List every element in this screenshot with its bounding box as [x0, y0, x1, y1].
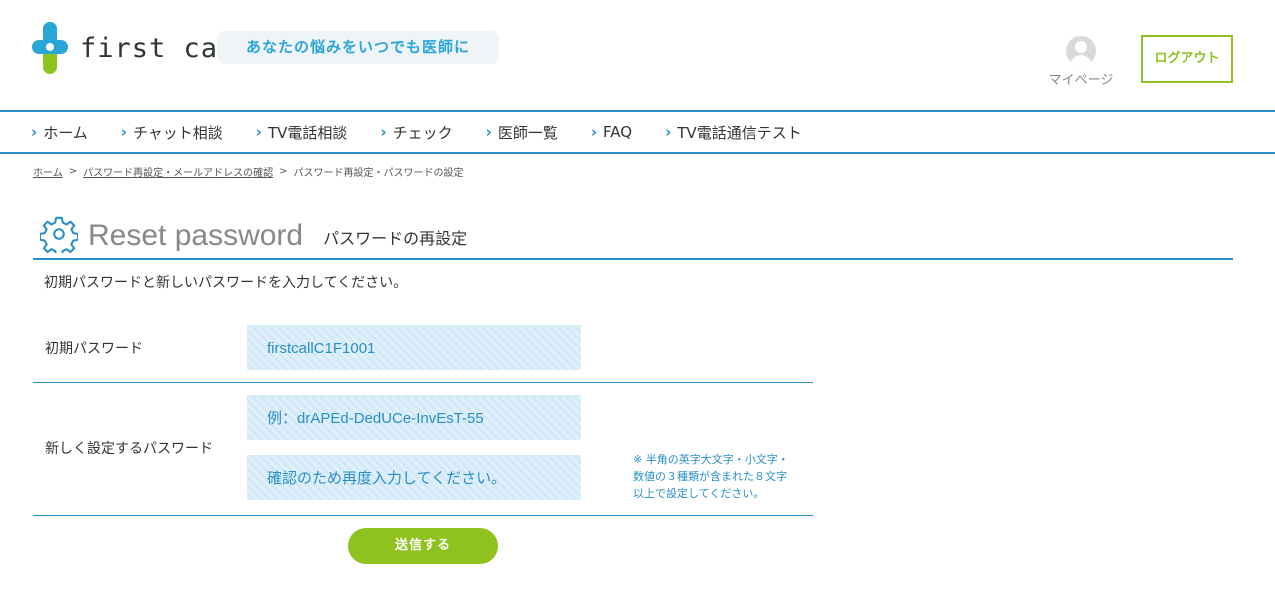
nav-item-label: 医師一覧: [497, 123, 558, 142]
breadcrumb-home[interactable]: ホーム: [33, 164, 63, 179]
chevron-right-icon: ›: [590, 123, 598, 141]
nav-item-label: TV電話相談: [267, 123, 348, 142]
tagline: あなたの悩みをいつでも医師に: [217, 31, 499, 64]
chevron-right-icon: ›: [255, 123, 262, 141]
nav-item-label: チェック: [392, 123, 453, 142]
form-row-divider: [33, 382, 813, 383]
breadcrumb-separator: >: [279, 166, 288, 177]
site-header: first call あなたの悩みをいつでも医師に マイページ ログアウト: [0, 0, 1275, 110]
chevron-right-icon: ›: [31, 123, 38, 141]
chevron-right-icon: ›: [120, 123, 127, 141]
gear-icon: [40, 216, 78, 253]
page-title-en: Reset password: [88, 219, 304, 252]
instruction-text: 初期パスワードと新しいパスワードを入力してください。: [44, 275, 408, 291]
nav-item-label: ホーム: [43, 123, 88, 142]
nav-item-home[interactable]: › ホーム: [31, 122, 88, 143]
logout-button[interactable]: ログアウト: [1141, 35, 1233, 83]
user-avatar-icon: [1066, 36, 1096, 66]
nav-item-check[interactable]: › チェック: [380, 122, 452, 143]
nav-item-tv-call[interactable]: › TV電話相談: [256, 122, 348, 143]
logo-cross-icon: [32, 22, 68, 74]
nav-item-label: チャット相談: [132, 123, 223, 142]
main-nav: › ホーム › チャット相談 › TV電話相談 › チェック › 医師一覧 › FAQ › T…: [0, 110, 1275, 154]
page-title: Reset password パスワードの再設定: [40, 215, 467, 253]
breadcrumb-separator: >: [68, 166, 78, 177]
chevron-right-icon: ›: [380, 123, 387, 141]
mypage-label: マイページ: [1048, 73, 1114, 88]
nav-item-faq[interactable]: › FAQ: [591, 123, 632, 141]
chevron-right-icon: ›: [665, 123, 672, 141]
page-title-ja: パスワードの再設定: [323, 229, 468, 248]
initial-password-field[interactable]: firstcallC1F1001: [247, 325, 581, 370]
mypage-link[interactable]: マイページ: [1045, 36, 1117, 88]
nav-item-label: TV電話通信テスト: [677, 123, 802, 142]
nav-item-chat[interactable]: › チャット相談: [121, 122, 223, 143]
nav-item-doctors[interactable]: › 医師一覧: [486, 122, 558, 143]
breadcrumb-email-confirm[interactable]: パスワード再設定・メールアドレスの確認: [83, 164, 273, 179]
nav-item-tv-test[interactable]: › TV電話通信テスト: [665, 122, 802, 143]
confirm-password-field[interactable]: 確認のため再度入力してください。: [247, 455, 581, 500]
breadcrumb: ホーム > パスワード再設定・メールアドレスの確認 > パスワード再設定・パスワ…: [33, 164, 463, 179]
form-row-divider: [33, 515, 813, 516]
password-rule-note: ※ 半角の英字大文字・小文字・ 数値の３種類が含まれた８文字 以上で設定してくだ…: [633, 451, 789, 502]
password-rule-note-line: 数値の３種類が含まれた８文字: [633, 470, 787, 483]
title-divider: [33, 258, 1233, 260]
submit-button[interactable]: 送信する: [348, 528, 498, 564]
initial-password-label: 初期パスワード: [45, 341, 143, 357]
breadcrumb-current: パスワード再設定・パスワードの設定: [293, 168, 464, 179]
password-rule-note-line: 以上で設定してください。: [633, 487, 765, 500]
chevron-right-icon: ›: [485, 123, 492, 141]
new-password-label: 新しく設定するパスワード: [45, 441, 213, 457]
password-rule-note-line: ※ 半角の英字大文字・小文字・: [633, 453, 789, 466]
nav-item-label: FAQ: [603, 123, 633, 141]
new-password-field[interactable]: 例：drAPEd-DedUCe-InvEsT-55: [247, 395, 581, 440]
